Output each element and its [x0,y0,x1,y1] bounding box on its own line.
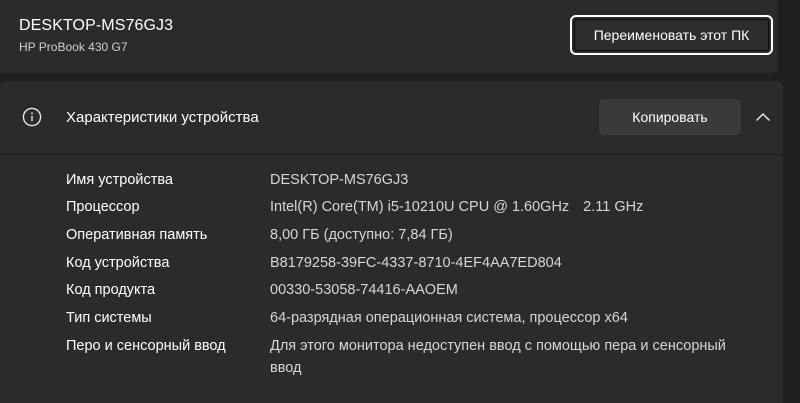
device-specifications-header[interactable]: Характеристики устройства Копировать [0,81,783,154]
spec-label: Процессор [66,199,140,215]
spec-label: Оперативная память [66,227,208,243]
info-icon [22,107,42,127]
spec-value: 64-разрядная операционная система, проце… [270,310,628,326]
spec-label: Код устройства [66,255,170,271]
spec-label: Код продукта [66,282,156,298]
rename-pc-button[interactable]: Переименовать этот ПК [570,15,773,55]
spec-label: Перо и сенсорный ввод [66,338,226,354]
spec-value-group: Intel(R) Core(TM) i5-10210U CPU @ 1.60GH… [270,196,740,218]
spec-value: Intel(R) Core(TM) i5-10210U CPU @ 1.60GH… [270,199,570,215]
spec-value: B8179258-39FC-4337-8710-4EF4AA7ED804 [270,255,562,271]
device-specifications-card: Характеристики устройства Копировать Имя… [0,81,783,403]
spec-label: Тип системы [66,310,152,326]
spec-label: Имя устройства [66,172,173,188]
device-specifications-title: Характеристики устройства [66,109,259,126]
chevron-up-icon[interactable] [754,111,772,123]
spec-value: 8,00 ГБ (доступно: 7,84 ГБ) [270,227,453,243]
divider [0,154,783,155]
device-name: DESKTOP-MS76GJ3 [19,17,174,34]
spec-value: DESKTOP-MS76GJ3 [270,172,409,188]
copy-button[interactable]: Копировать [599,99,741,135]
spec-value: Для этого монитора недоступен ввод с пом… [270,338,726,376]
spec-value: 00330-53058-74416-AAOEM [270,282,458,298]
device-model: HP ProBook 430 G7 [19,40,128,54]
device-header: DESKTOP-MS76GJ3 HP ProBook 430 G7 Переим… [0,0,778,73]
spec-value-speed: 2.11 GHz [583,199,644,215]
